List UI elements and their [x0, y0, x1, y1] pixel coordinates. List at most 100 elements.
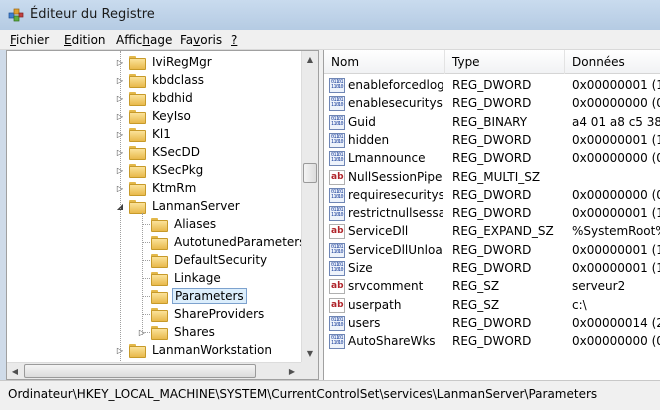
status-path: Ordinateur\HKEY_LOCAL_MACHINE\SYSTEM\Cur…	[8, 387, 598, 401]
value-data: 0x00000000 (0)	[572, 151, 660, 166]
tree-item[interactable]: ▷ Kl1	[115, 125, 173, 143]
menu-edition[interactable]: Edition	[64, 33, 106, 47]
menu-fichier[interactable]: Fichier	[10, 33, 49, 47]
value-row[interactable]: 011 110 01 10 Size REG_DWORD 0x00000001 (1)	[324, 259, 660, 278]
tree-item[interactable]: ▷ KtmRm	[115, 179, 198, 197]
value-name: requiresecuritysi...	[348, 187, 443, 202]
tree-horizontal-scrollbar[interactable]: ◀ ▶	[7, 362, 301, 379]
folder-icon	[129, 91, 146, 106]
menu-favoris[interactable]: Favoris	[180, 33, 222, 47]
value-row[interactable]: 0111100110users REG_DWORD 0x00000014 (20)	[324, 314, 660, 333]
value-data: %SystemRoot%\	[572, 224, 660, 239]
value-data: 0x00000000 (0)	[572, 334, 660, 349]
value-data: 0x00000001 (1)	[572, 242, 660, 257]
tree-item[interactable]: ▷ kbdclass	[115, 71, 206, 89]
value-name: AutoShareWks	[348, 334, 436, 349]
column-header-data[interactable]: Données	[565, 50, 660, 74]
value-row[interactable]: 0111100110restrictnullsessa... REG_DWORD 0…	[324, 204, 660, 223]
tree-guide-line	[142, 224, 150, 225]
tree-guide-line	[142, 260, 150, 261]
value-type: REG_DWORD	[452, 206, 532, 221]
window-title: Éditeur du Registre	[30, 7, 155, 22]
binary-value-icon: 011 110 01 10	[329, 242, 345, 258]
value-row[interactable]: 0111100110enablesecuritysi... REG_DWORD 0x…	[324, 94, 660, 113]
tree-guide-line	[142, 278, 150, 279]
tree-item-label: KSecPkg	[152, 163, 204, 177]
string-value-icon: ab	[329, 169, 345, 185]
value-row[interactable]: 0111100110enableforcedlog... REG_DWORD 0x0…	[324, 76, 660, 95]
tree-item[interactable]: Parameters	[137, 287, 247, 305]
string-value-icon: ab	[329, 279, 345, 295]
tree-vertical-scrollbar[interactable]: ▲ ▼	[301, 51, 318, 362]
binary-value-icon: 011 110 01 10	[329, 206, 345, 222]
tree-vertical-scroll-thumb[interactable]	[303, 163, 317, 183]
tree-item[interactable]: ▷ LanmanWorkstation	[115, 341, 274, 359]
value-row[interactable]: ab srvcomment REG_SZ serveur2	[324, 277, 660, 296]
title-bar[interactable]: Éditeur du Registre	[0, 0, 660, 30]
value-data: 0x00000000 (0)	[572, 96, 660, 111]
tree-item[interactable]: ▷ kbdhid	[115, 89, 195, 107]
value-type: REG_DWORD	[452, 151, 532, 166]
value-name: restrictnullsessa...	[348, 206, 443, 221]
value-row[interactable]: 011 110 01 10 AutoShareWks REG_DWORD 0x0000000…	[324, 332, 660, 351]
value-type: REG_DWORD	[452, 78, 532, 92]
value-type: REG_SZ	[452, 297, 500, 312]
tree-item[interactable]: AutotunedParameters	[137, 233, 307, 251]
value-row[interactable]: 011 110 01 10 Lmannounce REG_DWORD 0x00000000 …	[324, 149, 660, 168]
values-list[interactable]: Nom Type Données 011 110 01 10 enableforcedl…	[323, 50, 660, 380]
tree-guide-line	[142, 314, 150, 315]
folder-icon	[129, 55, 146, 70]
scroll-down-arrow-icon[interactable]: ▼	[302, 345, 318, 362]
binary-value-icon: 011 110 01 10	[329, 261, 345, 276]
value-name: enablesecuritysi...	[348, 96, 443, 111]
tree-item[interactable]: ShareProviders	[137, 305, 266, 323]
tree-item[interactable]: ▷ KeyIso	[115, 107, 193, 125]
binary-value-icon: 011 110 01 10	[329, 334, 345, 350]
folder-icon	[129, 145, 146, 160]
scroll-left-arrow-icon[interactable]: ◀	[7, 363, 23, 379]
tree-item[interactable]: ▷ KSecDD	[115, 143, 202, 161]
value-data: 0x00000001 (1)	[572, 132, 660, 147]
value-row[interactable]: ab userpath REG_SZ c:\	[324, 296, 660, 315]
tree-item[interactable]: ▷ IviRegMgr	[115, 53, 214, 71]
tree-item-label: Parameters	[172, 288, 247, 304]
value-name: Size	[348, 261, 373, 275]
tree-guide-line	[142, 242, 150, 243]
value-row[interactable]: 0111100110Guid REG_BINARY a4 01 a8 c5 38 c…	[324, 113, 660, 132]
tree-item-label: LanmanServer	[152, 199, 240, 213]
tree-guide-line	[142, 296, 150, 297]
value-name: userpath	[348, 297, 402, 312]
scroll-up-arrow-icon[interactable]: ▲	[302, 51, 318, 68]
tree-item[interactable]: DefaultSecurity	[137, 251, 269, 269]
string-value-icon: ab	[329, 297, 345, 313]
value-row[interactable]: abServiceDll REG_EXPAND_SZ %SystemRoot%\	[324, 222, 660, 241]
tree-item-label: Aliases	[174, 217, 217, 231]
folder-icon	[129, 109, 146, 124]
menu-help[interactable]: ?	[231, 33, 237, 47]
column-header-type[interactable]: Type	[445, 50, 565, 74]
list-header: Nom Type Données	[324, 50, 660, 74]
value-name: users	[348, 315, 381, 330]
value-row[interactable]: 011 110 01 10 hidden REG_DWORD 0x00000001 (1)	[324, 131, 660, 150]
tree-item-label: IviRegMgr	[152, 55, 212, 69]
key-tree[interactable]: ▷ IviRegMgr ▷ kbdclass ▷ kbdhid ▷ KeyIso ▷ Kl1 ▷ KS…	[6, 50, 319, 380]
value-row[interactable]: ab NullSessionPipes REG_MULTI_SZ	[324, 168, 660, 187]
tree-horizontal-scroll-thumb[interactable]	[24, 364, 256, 378]
tree-item-label: DefaultSecurity	[174, 253, 268, 267]
binary-value-icon: 011 110 01 10	[329, 96, 345, 112]
value-row[interactable]: 0111100110ServiceDllUnloa... REG_DWORD 0x0…	[324, 241, 660, 260]
value-type: REG_BINARY	[452, 114, 528, 129]
value-data: 0x00000001 (1)	[572, 78, 660, 92]
tree-item-label: kbdclass	[152, 73, 204, 87]
value-row[interactable]: 0111100110requiresecuritysi... REG_DWORD 0…	[324, 186, 660, 205]
folder-icon	[129, 73, 146, 88]
tree-guide-line	[120, 51, 121, 379]
tree-item[interactable]: ◢ LanmanServer	[115, 197, 242, 215]
scroll-right-arrow-icon[interactable]: ▶	[284, 363, 300, 379]
tree-item[interactable]: ▷ KSecPkg	[115, 161, 205, 179]
menu-affichage[interactable]: Affichage	[116, 33, 172, 47]
string-value-icon: ab	[329, 224, 345, 240]
column-header-name[interactable]: Nom	[324, 50, 445, 74]
tree-item-label: ShareProviders	[174, 307, 265, 321]
folder-icon	[151, 253, 168, 268]
